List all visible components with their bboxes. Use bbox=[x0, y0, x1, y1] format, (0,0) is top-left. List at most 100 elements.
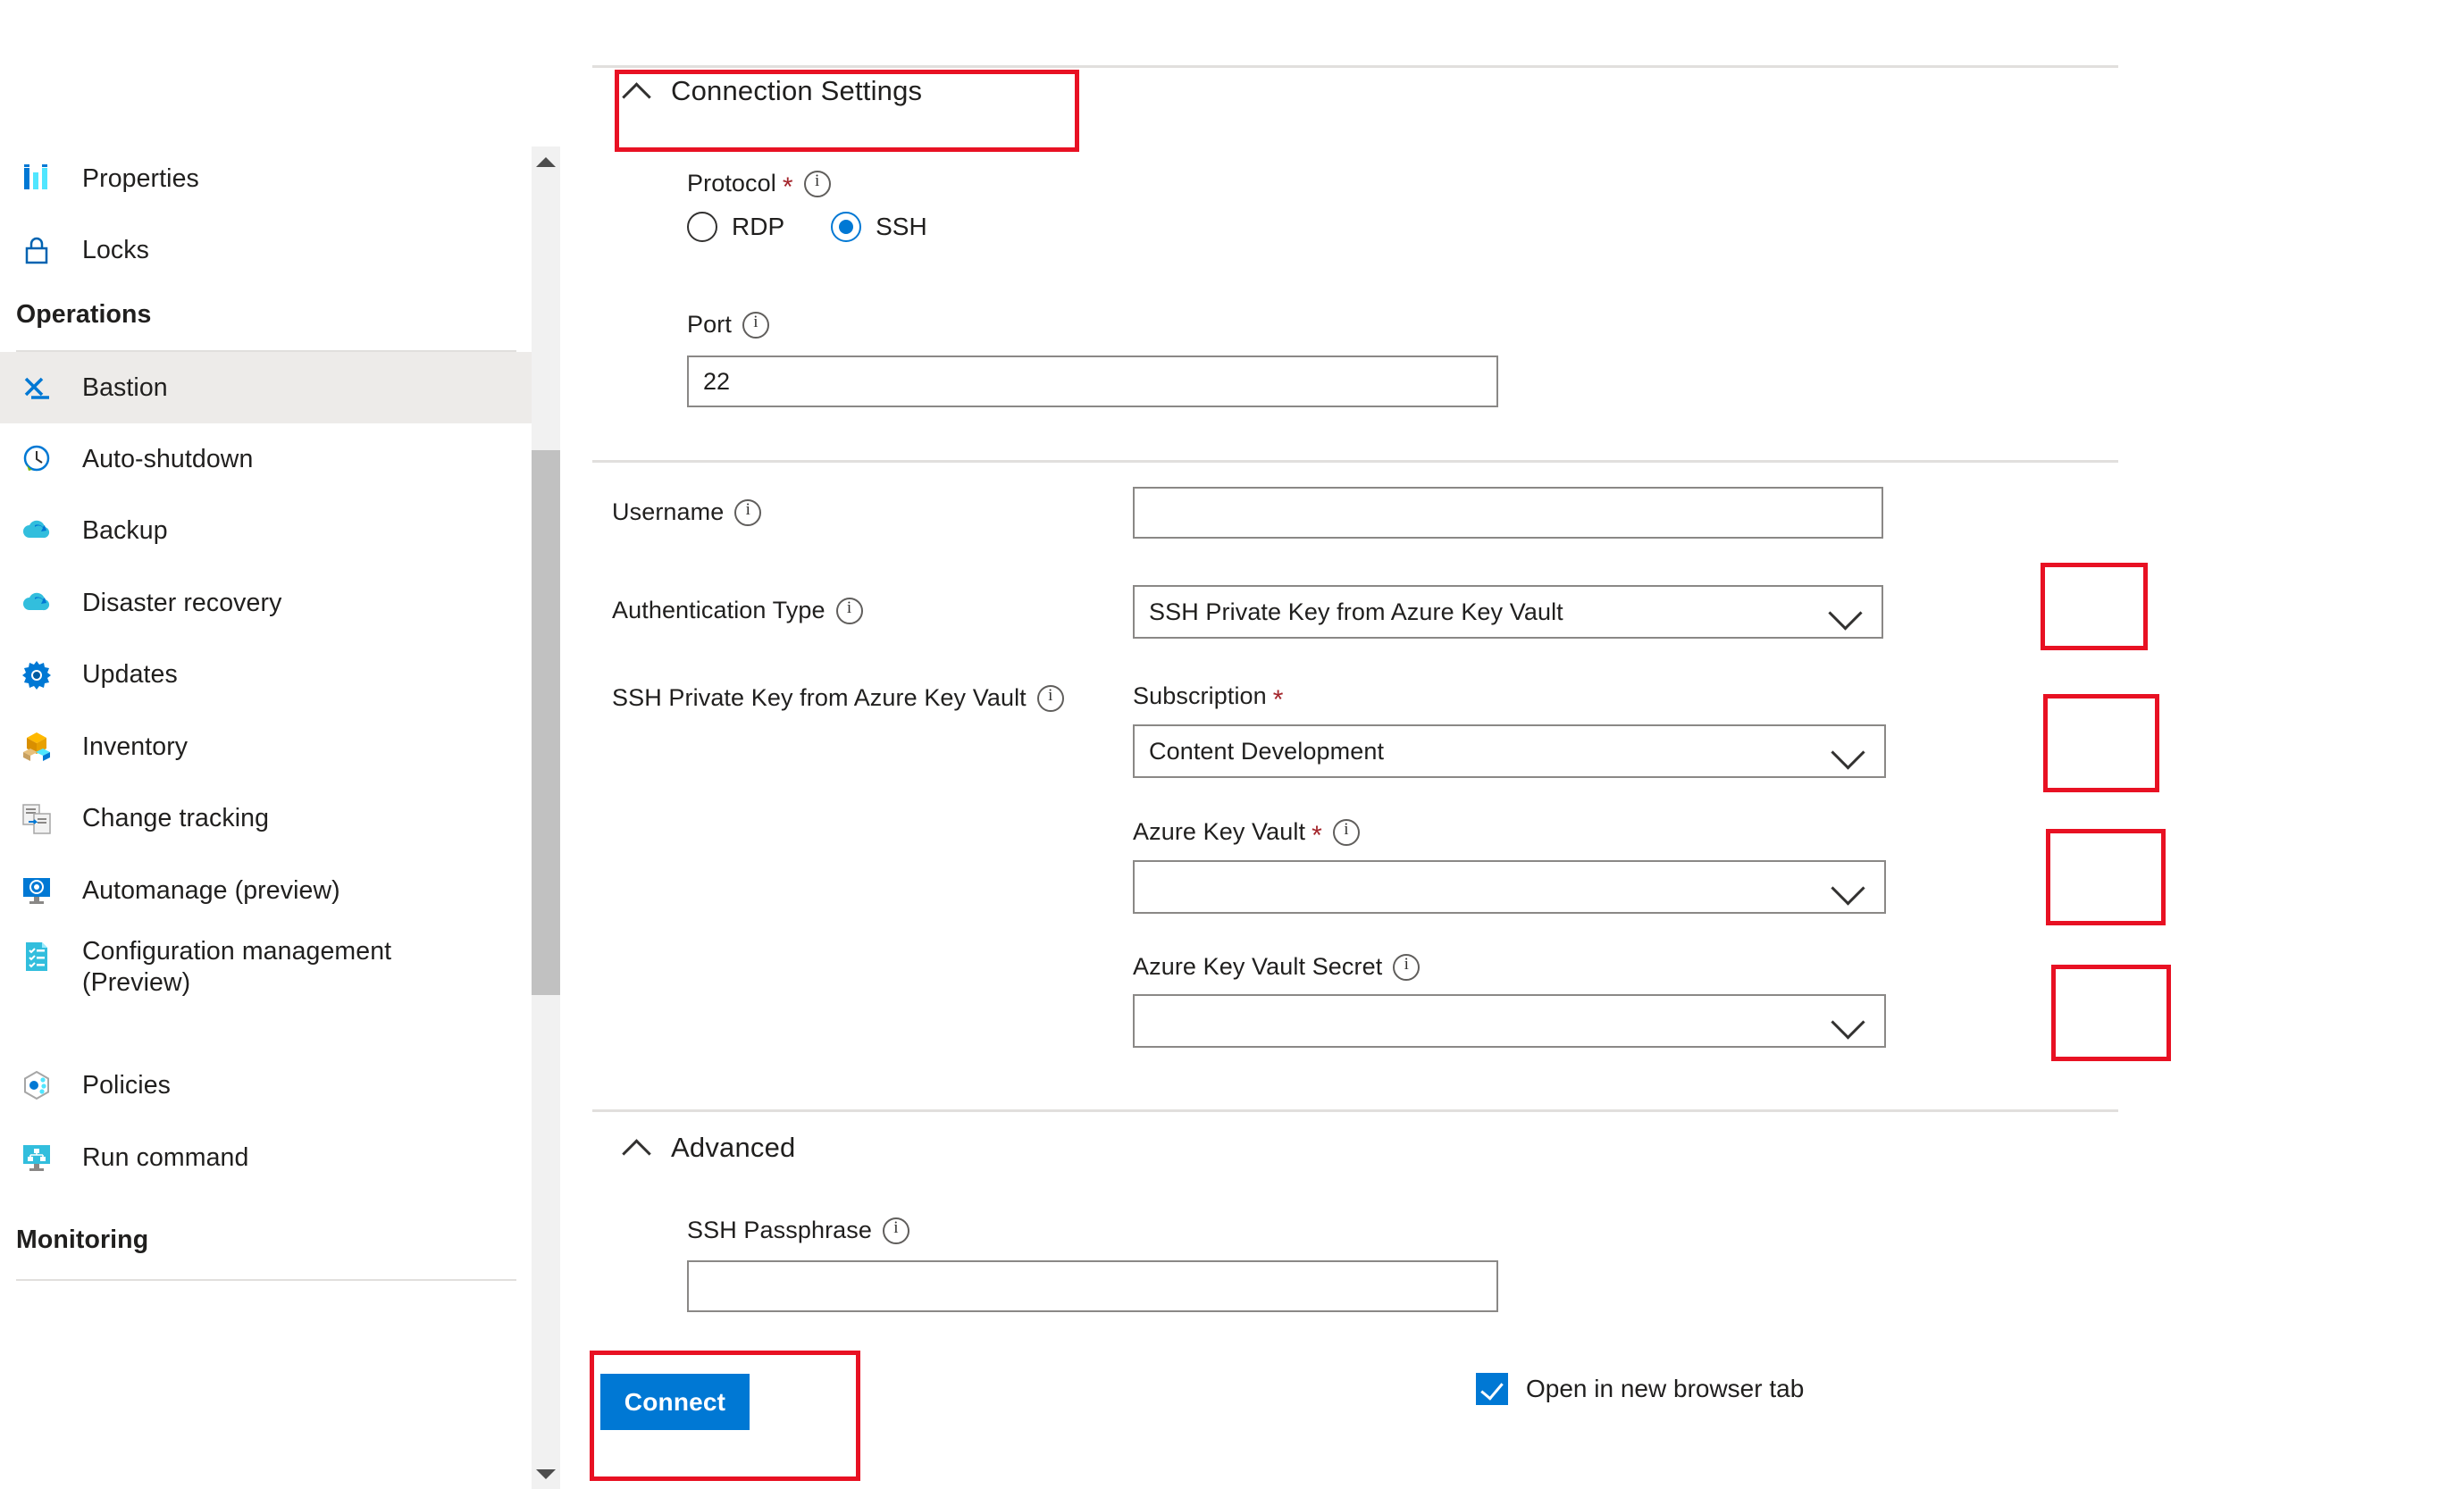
scrollbar-thumb[interactable] bbox=[532, 450, 560, 995]
sidebar-item-label: Configuration management (Preview) bbox=[82, 937, 392, 997]
sidebar-section-divider bbox=[16, 1279, 516, 1281]
open-in-new-browser-tab-checkbox[interactable]: Open in new browser tab bbox=[1476, 1373, 1804, 1405]
ssh-passphrase-label: SSH Passphrase bbox=[687, 1217, 909, 1244]
port-label-text: Port bbox=[687, 311, 732, 338]
protocol-label-text: Protocol bbox=[687, 170, 776, 197]
connect-button[interactable]: Connect bbox=[600, 1374, 750, 1430]
gear-updates-icon bbox=[16, 654, 57, 695]
policies-hexagon-icon bbox=[16, 1065, 57, 1106]
chevron-down-icon bbox=[1814, 996, 1884, 1046]
info-icon[interactable] bbox=[803, 170, 831, 197]
sidebar-item-policies[interactable]: Policies bbox=[0, 1050, 532, 1121]
sidebar-item-properties[interactable]: Properties bbox=[0, 143, 532, 214]
azure-key-vault-label-text: Azure Key Vault bbox=[1133, 818, 1306, 845]
azure-key-vault-secret-dropdown[interactable] bbox=[1133, 994, 1886, 1048]
subscription-label: Subscription * bbox=[1133, 682, 1284, 713]
chevron-down-icon bbox=[1812, 587, 1882, 637]
cloud-backup-icon bbox=[16, 510, 57, 551]
sidebar-item-disaster-recovery[interactable]: Disaster recovery bbox=[0, 567, 532, 639]
ssh-passphrase-input[interactable] bbox=[687, 1260, 1498, 1312]
advanced-header[interactable]: Advanced bbox=[619, 1130, 795, 1166]
bastion-connection-form: Connection Settings Protocol * RDP SSH P… bbox=[560, 0, 2464, 1489]
sidebar-item-label: Locks bbox=[82, 235, 149, 264]
automanage-monitor-icon bbox=[16, 870, 57, 911]
subscription-label-text: Subscription bbox=[1133, 682, 1267, 709]
radio-checked-icon bbox=[831, 212, 862, 242]
protocol-label: Protocol * bbox=[687, 170, 831, 200]
top-divider bbox=[592, 65, 2118, 68]
configuration-management-icon bbox=[16, 936, 57, 977]
protocol-radio-group: RDP SSH bbox=[687, 212, 927, 242]
chevron-down-icon bbox=[1814, 726, 1884, 776]
ssh-private-key-group-label-text: SSH Private Key from Azure Key Vault bbox=[612, 684, 1027, 711]
sidebar-item-backup[interactable]: Backup bbox=[0, 495, 532, 566]
info-icon[interactable] bbox=[742, 311, 769, 339]
sidebar-item-automanage[interactable]: Automanage (preview) bbox=[0, 855, 532, 926]
sidebar-item-run-command[interactable]: Run command bbox=[0, 1122, 532, 1193]
azure-key-vault-secret-label-text: Azure Key Vault Secret bbox=[1133, 953, 1383, 980]
sidebar-item-locks[interactable]: Locks bbox=[0, 214, 532, 286]
info-icon[interactable] bbox=[835, 597, 863, 624]
sidebar-item-label: Automanage (preview) bbox=[82, 875, 340, 905]
sidebar-item-label: Inventory bbox=[82, 732, 189, 761]
radio-unchecked-icon bbox=[687, 212, 717, 242]
connection-settings-title: Connection Settings bbox=[671, 75, 923, 106]
username-label-text: Username bbox=[612, 498, 725, 525]
info-icon[interactable] bbox=[1393, 953, 1421, 981]
sidebar-item-label: Updates bbox=[82, 659, 178, 689]
sidebar-item-auto-shutdown[interactable]: Auto-shutdown bbox=[0, 423, 532, 495]
authentication-type-value: SSH Private Key from Azure Key Vault bbox=[1149, 598, 1563, 625]
sidebar-item-label: Backup bbox=[82, 515, 168, 545]
sidebar-scrollbar[interactable] bbox=[532, 146, 560, 1489]
sidebar-section-monitoring: Monitoring bbox=[16, 1225, 149, 1254]
protocol-option-rdp[interactable]: RDP bbox=[687, 212, 784, 242]
change-tracking-icon bbox=[16, 798, 57, 839]
clock-icon bbox=[16, 439, 57, 480]
sidebar-item-label: Properties bbox=[82, 163, 199, 193]
username-input[interactable] bbox=[1133, 487, 1883, 539]
authentication-type-label-text: Authentication Type bbox=[612, 597, 826, 623]
connection-settings-header[interactable]: Connection Settings bbox=[619, 73, 922, 109]
sidebar-item-change-tracking[interactable]: Change tracking bbox=[0, 782, 532, 854]
sidebar-item-label: Disaster recovery bbox=[82, 588, 282, 617]
required-asterisk: * bbox=[782, 171, 793, 202]
sidebar-item-configuration-management[interactable]: Configuration management (Preview) bbox=[0, 925, 532, 1024]
sidebar-item-label: Bastion bbox=[82, 372, 168, 402]
run-command-icon bbox=[16, 1137, 57, 1178]
info-icon[interactable] bbox=[1332, 818, 1360, 846]
info-icon[interactable] bbox=[883, 1217, 909, 1244]
subscription-value: Content Development bbox=[1149, 737, 1385, 765]
cloud-recovery-icon bbox=[16, 582, 57, 623]
info-icon[interactable] bbox=[1036, 684, 1064, 712]
info-icon[interactable] bbox=[734, 498, 762, 526]
username-label: Username bbox=[612, 498, 762, 526]
chevron-up-icon bbox=[619, 73, 655, 109]
section-divider bbox=[592, 460, 2118, 463]
section-divider bbox=[592, 1109, 2118, 1112]
protocol-option-label: RDP bbox=[732, 213, 785, 240]
lock-icon bbox=[16, 230, 57, 271]
inventory-boxes-icon bbox=[16, 726, 57, 767]
chevron-down-icon bbox=[1814, 862, 1884, 912]
sidebar-item-updates[interactable]: Updates bbox=[0, 639, 532, 710]
azure-key-vault-label: Azure Key Vault * bbox=[1133, 818, 1360, 850]
checkbox-checked-icon bbox=[1476, 1373, 1508, 1405]
scroll-up-arrow-icon[interactable] bbox=[532, 146, 560, 177]
open-in-new-browser-tab-label: Open in new browser tab bbox=[1526, 1375, 1805, 1402]
sidebar-section-operations: Operations bbox=[16, 300, 152, 329]
bastion-icon bbox=[16, 367, 57, 408]
scroll-down-arrow-icon[interactable] bbox=[532, 1459, 560, 1489]
protocol-option-ssh[interactable]: SSH bbox=[831, 212, 927, 242]
azure-key-vault-dropdown[interactable] bbox=[1133, 860, 1886, 914]
port-input[interactable] bbox=[687, 356, 1498, 407]
sidebar-item-bastion[interactable]: Bastion bbox=[0, 352, 532, 423]
advanced-title: Advanced bbox=[671, 1132, 796, 1163]
azure-key-vault-secret-label: Azure Key Vault Secret bbox=[1133, 953, 1421, 981]
required-asterisk: * bbox=[1312, 820, 1322, 850]
subscription-dropdown[interactable]: Content Development bbox=[1133, 724, 1886, 778]
sidebar-item-inventory[interactable]: Inventory bbox=[0, 711, 532, 782]
protocol-option-label: SSH bbox=[876, 213, 927, 240]
authentication-type-dropdown[interactable]: SSH Private Key from Azure Key Vault bbox=[1133, 585, 1883, 639]
ssh-passphrase-label-text: SSH Passphrase bbox=[687, 1217, 872, 1243]
properties-bars-icon bbox=[16, 158, 57, 199]
